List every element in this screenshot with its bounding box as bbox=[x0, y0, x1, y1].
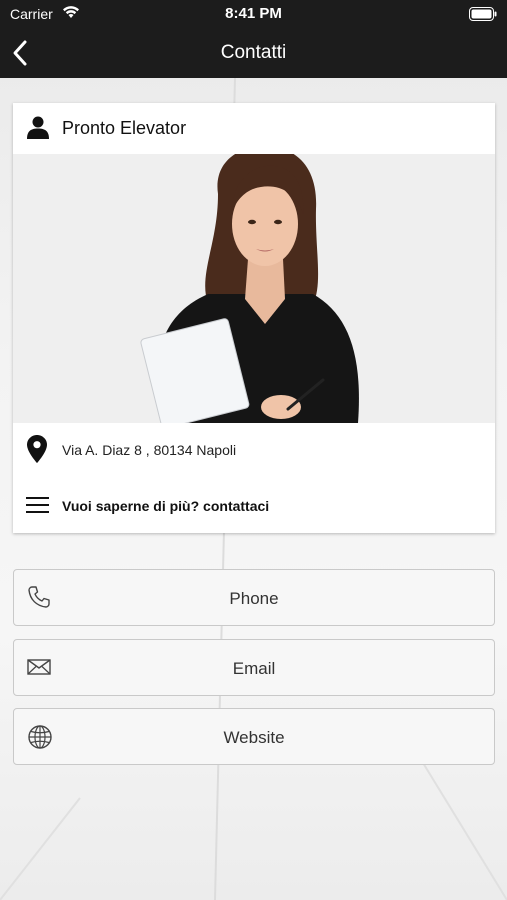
clock-time: 8:41 PM bbox=[225, 5, 282, 22]
person-icon bbox=[26, 115, 50, 144]
battery-icon bbox=[469, 7, 497, 26]
menu-icon bbox=[26, 496, 50, 519]
more-info-row[interactable]: Vuoi saperne di più? contattaci bbox=[13, 479, 495, 533]
status-bar: Carrier 8:41 PM bbox=[0, 0, 507, 28]
map-pin-icon bbox=[27, 435, 47, 468]
more-info-label: Vuoi saperne di più? contattaci bbox=[62, 498, 270, 514]
address-text: Via A. Diaz 8 , 80134 Napoli bbox=[62, 442, 237, 458]
website-button-label: Website bbox=[223, 728, 285, 747]
phone-button[interactable]: Phone bbox=[13, 569, 495, 626]
contact-photo bbox=[13, 154, 495, 423]
email-button-label: Email bbox=[232, 659, 276, 678]
address-row[interactable]: Via A. Diaz 8 , 80134 Napoli bbox=[13, 423, 495, 479]
card-header: Pronto Elevator bbox=[13, 103, 495, 154]
email-button[interactable]: Email bbox=[13, 639, 495, 696]
contact-name: Pronto Elevator bbox=[62, 118, 187, 138]
website-button[interactable]: Website bbox=[13, 708, 495, 765]
page-title: Contatti bbox=[220, 42, 287, 63]
contact-card: Pronto Elevator Via A. Diaz 8 , 80134 Na… bbox=[13, 103, 495, 533]
phone-button-label: Phone bbox=[229, 589, 279, 608]
navigation-bar: Contatti bbox=[0, 28, 507, 78]
